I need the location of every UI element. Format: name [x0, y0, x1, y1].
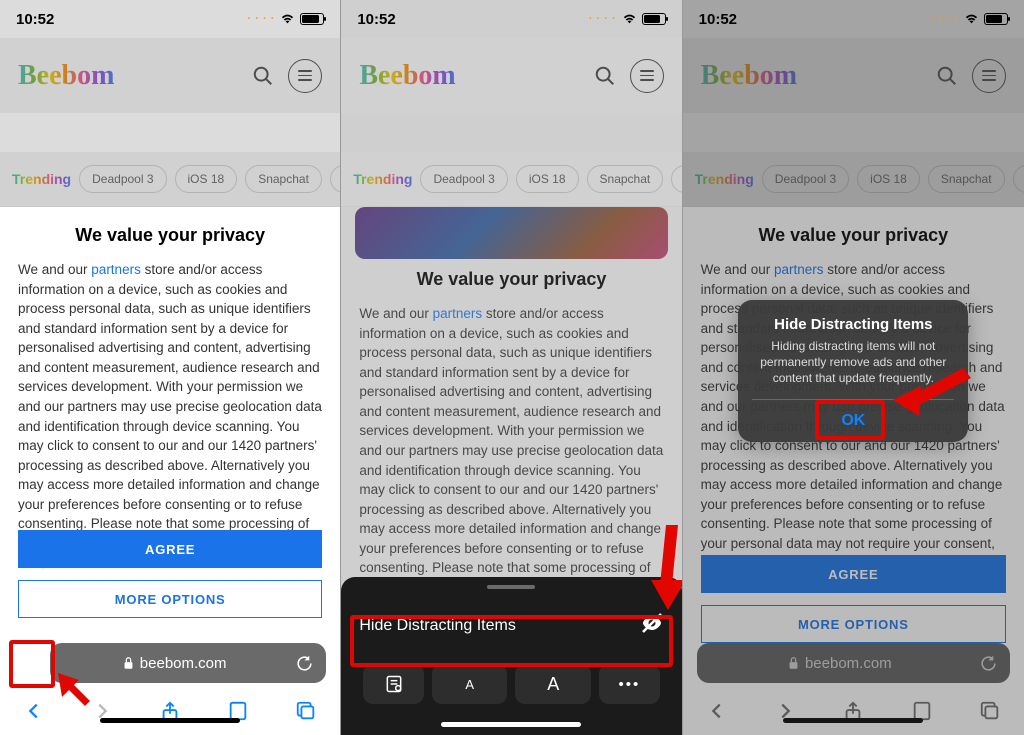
privacy-title: We value your privacy — [18, 225, 322, 246]
url-text: beebom.com — [140, 655, 227, 672]
alert-title: Hide Distracting Items — [752, 316, 954, 333]
partners-link[interactable]: partners — [91, 262, 141, 277]
chip[interactable]: R — [671, 165, 681, 193]
search-icon[interactable] — [594, 65, 616, 87]
safari-toolbar — [0, 687, 340, 735]
logo: Beebom — [18, 60, 114, 92]
chip[interactable]: Deadpool 3 — [79, 165, 166, 193]
trending-label: Trending — [695, 171, 754, 187]
menu-icon[interactable] — [288, 59, 322, 93]
agree-button[interactable]: AGREE — [701, 555, 1006, 593]
more-button[interactable]: ••• — [599, 664, 660, 704]
menu-icon[interactable] — [972, 59, 1006, 93]
text-smaller-button[interactable]: A — [432, 664, 508, 704]
tag-bar: Trending Deadpool 3 iOS 18 Snapchat R — [683, 152, 1024, 207]
screenshot-panel-3: 10:52 • • • • Beebom Trending — [683, 0, 1024, 735]
status-bar: 10:52 • • • • — [0, 0, 340, 38]
privacy-consent: We value your privacy We and our partner… — [0, 207, 340, 575]
clock: 10:52 — [16, 11, 54, 28]
tag-bar: Trending Deadpool 3 iOS 18 Snapchat R — [0, 152, 340, 207]
chip[interactable]: Snapchat — [245, 165, 322, 193]
eye-off-icon — [640, 611, 664, 640]
privacy-body: We and our partners store and/or access … — [359, 304, 663, 617]
more-options-button[interactable]: MORE OPTIONS — [701, 605, 1006, 643]
hide-distracting-items-row[interactable]: Hide Distracting Items — [341, 597, 681, 654]
alert-ok-button[interactable]: OK — [752, 399, 954, 442]
chip[interactable]: iOS 18 — [516, 165, 579, 193]
reader-page-button[interactable] — [363, 664, 424, 704]
cellular-dots-icon: • • • • — [589, 16, 616, 22]
home-indicator — [441, 722, 581, 727]
wifi-icon — [280, 13, 295, 25]
privacy-title: We value your privacy — [359, 269, 663, 290]
screenshot-panel-1: 10:52 • • • • Beebom Trending — [0, 0, 341, 735]
reader-mode-button[interactable] — [14, 643, 48, 683]
home-indicator — [100, 718, 240, 723]
chip[interactable]: iOS 18 — [857, 165, 920, 193]
logo: Beebom — [359, 60, 455, 92]
partners-link[interactable]: partners — [774, 262, 824, 277]
address-bar[interactable]: beebom.com — [50, 643, 326, 683]
reader-sheet: Hide Distracting Items A A ••• — [341, 577, 681, 735]
hero-image — [355, 207, 667, 259]
alert-body: Hiding distracting items will not perman… — [752, 338, 954, 387]
chip[interactable]: Deadpool 3 — [762, 165, 849, 193]
url-text: beebom.com — [805, 655, 892, 672]
home-indicator — [783, 718, 923, 723]
text-segment: A A ••• — [341, 654, 681, 716]
tabs-button[interactable] — [979, 700, 1001, 722]
chip[interactable]: R — [1013, 165, 1024, 193]
safari-toolbar — [683, 687, 1024, 735]
chip[interactable]: Snapchat — [587, 165, 664, 193]
reload-icon[interactable] — [295, 654, 314, 673]
back-button[interactable] — [23, 700, 45, 722]
clock: 10:52 — [357, 11, 395, 28]
privacy-title: We value your privacy — [701, 225, 1006, 246]
wifi-icon — [622, 13, 637, 25]
menu-icon[interactable] — [630, 59, 664, 93]
battery-icon — [984, 13, 1008, 25]
search-icon[interactable] — [936, 65, 958, 87]
chip[interactable]: Deadpool 3 — [420, 165, 507, 193]
clock: 10:52 — [699, 11, 737, 28]
hide-items-alert: Hide Distracting Items Hiding distractin… — [738, 300, 968, 442]
site-header: Beebom — [683, 38, 1024, 113]
logo: Beebom — [701, 60, 797, 92]
trending-label: Trending — [353, 171, 412, 187]
privacy-consent: We value your privacy We and our partner… — [341, 255, 681, 575]
agree-button[interactable]: AGREE — [18, 530, 322, 568]
text-larger-button[interactable]: A — [515, 664, 591, 704]
lock-icon — [123, 656, 134, 670]
chip[interactable]: R — [330, 165, 340, 193]
screenshot-panel-2: 10:52 • • • • Beebom Trending — [341, 0, 682, 735]
lock-icon — [788, 656, 799, 670]
partners-link[interactable]: partners — [433, 306, 483, 321]
site-header: Beebom — [0, 38, 340, 113]
more-options-button[interactable]: MORE OPTIONS — [18, 580, 322, 618]
tabs-button[interactable] — [295, 700, 317, 722]
wifi-icon — [964, 13, 979, 25]
privacy-body: We and our partners store and/or access … — [18, 260, 322, 573]
status-bar: 10:52 • • • • — [683, 0, 1024, 38]
trending-label: Trending — [12, 171, 71, 187]
sheet-handle[interactable] — [487, 585, 535, 589]
status-bar: 10:52 • • • • — [341, 0, 681, 38]
address-bar[interactable]: beebom.com — [697, 643, 1010, 683]
chip[interactable]: iOS 18 — [175, 165, 238, 193]
battery-icon — [300, 13, 324, 25]
cellular-dots-icon: • • • • — [932, 16, 959, 22]
hide-distracting-label: Hide Distracting Items — [359, 617, 516, 635]
tag-bar: Trending Deadpool 3 iOS 18 Snapchat R — [341, 152, 681, 207]
site-header: Beebom — [341, 38, 681, 113]
reload-icon[interactable] — [979, 654, 998, 673]
chip[interactable]: Snapchat — [928, 165, 1005, 193]
back-button[interactable] — [706, 700, 728, 722]
search-icon[interactable] — [252, 65, 274, 87]
cellular-dots-icon: • • • • — [248, 16, 275, 22]
battery-icon — [642, 13, 666, 25]
